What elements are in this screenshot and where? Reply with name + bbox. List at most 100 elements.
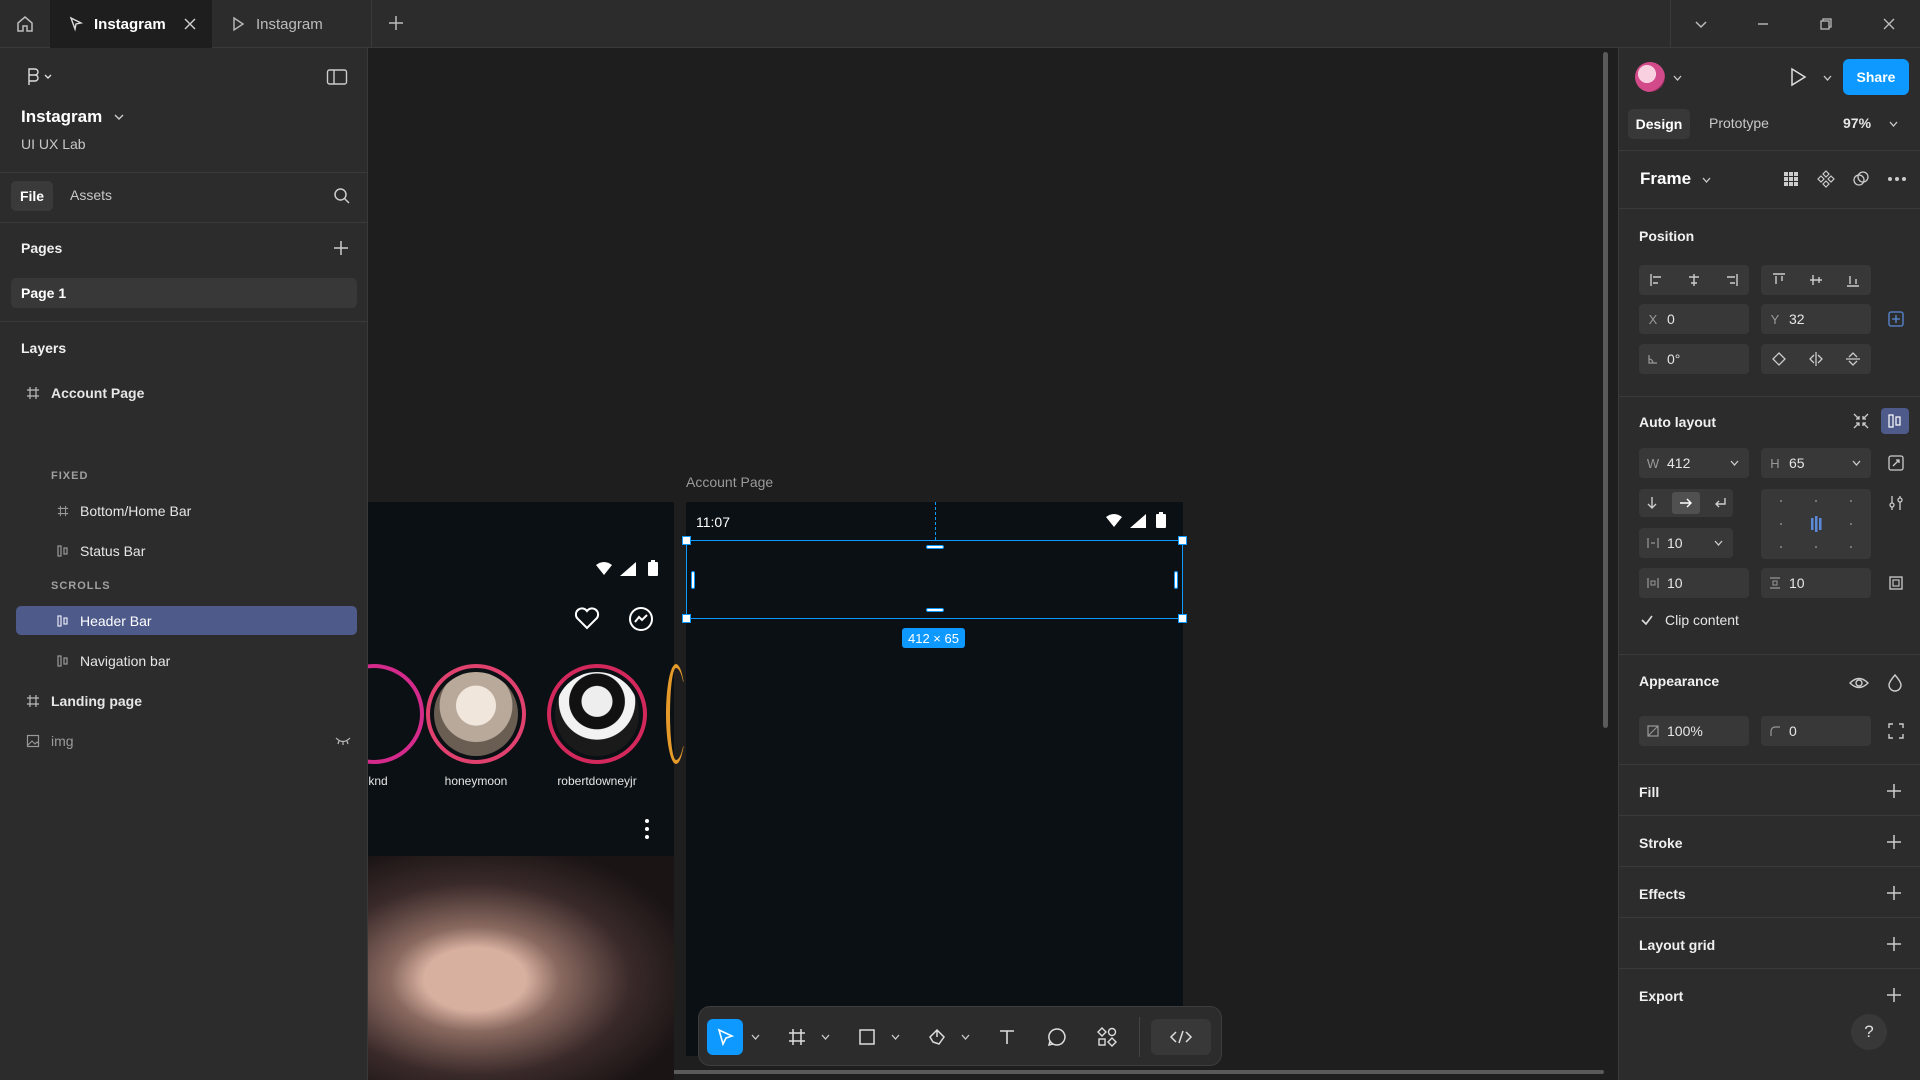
vertical-padding-field[interactable]: 10 bbox=[1761, 568, 1871, 598]
align-left-icon[interactable] bbox=[1649, 273, 1665, 287]
tab-design[interactable]: Design bbox=[1628, 109, 1690, 139]
wrap-icon[interactable] bbox=[1713, 496, 1727, 510]
main-menu-button[interactable] bbox=[20, 64, 60, 88]
x-field[interactable]: X 0 bbox=[1639, 304, 1749, 334]
components-tool[interactable] bbox=[1089, 1019, 1125, 1055]
eye-icon[interactable] bbox=[1849, 676, 1869, 690]
more-options-icon[interactable] bbox=[644, 818, 650, 840]
advanced-settings-icon[interactable] bbox=[1887, 494, 1905, 512]
story-ring[interactable] bbox=[666, 664, 686, 764]
resize-to-fit-icon[interactable] bbox=[1887, 454, 1905, 472]
restore-button[interactable] bbox=[1795, 0, 1857, 48]
gap-field[interactable]: 10 bbox=[1639, 528, 1733, 558]
chevron-down-icon[interactable] bbox=[1714, 539, 1723, 547]
horizontal-scrollbar[interactable] bbox=[540, 1070, 1604, 1074]
close-window-button[interactable] bbox=[1858, 0, 1920, 48]
file-name-button[interactable]: Instagram bbox=[21, 107, 124, 127]
plus-icon[interactable] bbox=[1886, 987, 1902, 1003]
padding-handle[interactable] bbox=[691, 571, 695, 589]
chevron-down-icon[interactable] bbox=[891, 1033, 900, 1041]
layer-account-page[interactable]: Account Page bbox=[16, 378, 357, 407]
tab-prototype[interactable]: Prototype bbox=[1709, 115, 1769, 131]
landing-page-frame[interactable]: knd honeymoon robertdowneyjr bbox=[368, 502, 686, 1080]
alignment-grid[interactable] bbox=[1761, 489, 1871, 559]
avatar[interactable] bbox=[1635, 62, 1665, 92]
add-page-icon[interactable] bbox=[332, 239, 350, 257]
story-ring[interactable] bbox=[547, 664, 647, 764]
auto-layout-toggle[interactable] bbox=[1881, 408, 1909, 434]
heart-icon[interactable] bbox=[574, 606, 600, 630]
layer-bottom-home-bar[interactable]: Bottom/Home Bar bbox=[16, 496, 357, 525]
chevron-down-icon[interactable] bbox=[1673, 74, 1682, 82]
chevron-down-icon[interactable] bbox=[1823, 74, 1832, 82]
tab-file-active[interactable]: Instagram bbox=[50, 0, 212, 48]
home-button[interactable] bbox=[0, 0, 50, 48]
drop-icon[interactable] bbox=[1887, 674, 1903, 692]
chevron-down-icon[interactable] bbox=[1702, 176, 1711, 184]
story-ring[interactable] bbox=[426, 664, 526, 764]
selection-box[interactable] bbox=[682, 536, 1187, 623]
plus-icon[interactable] bbox=[1886, 936, 1902, 952]
layer-img[interactable]: img bbox=[16, 726, 357, 755]
constraints-icon[interactable] bbox=[1887, 310, 1905, 328]
clip-content-checkbox[interactable]: Clip content bbox=[1639, 612, 1739, 628]
comment-tool[interactable] bbox=[1039, 1019, 1075, 1055]
width-field[interactable]: W 412 bbox=[1639, 448, 1749, 478]
plus-icon[interactable] bbox=[387, 14, 405, 32]
resize-handle[interactable] bbox=[682, 536, 691, 545]
rotate-icon[interactable] bbox=[1771, 351, 1787, 367]
text-tool[interactable] bbox=[989, 1019, 1025, 1055]
chevron-down-icon[interactable] bbox=[821, 1033, 830, 1041]
arrow-down-icon[interactable] bbox=[1645, 496, 1659, 510]
layer-navigation-bar[interactable]: Navigation bar bbox=[16, 646, 357, 675]
story-ring[interactable] bbox=[368, 664, 424, 764]
help-button[interactable]: ? bbox=[1851, 1014, 1887, 1050]
canvas[interactable]: knd honeymoon robertdowneyjr Account Pag… bbox=[368, 48, 1618, 1080]
align-right-icon[interactable] bbox=[1723, 273, 1739, 287]
dev-mode-toggle[interactable] bbox=[1151, 1019, 1211, 1055]
opacity-field[interactable]: 100% bbox=[1639, 716, 1749, 746]
tab-prototype[interactable]: Instagram bbox=[212, 0, 372, 48]
chevron-down-icon[interactable] bbox=[751, 1033, 760, 1041]
component-icon[interactable] bbox=[1817, 170, 1835, 188]
resize-handle[interactable] bbox=[1178, 536, 1187, 545]
sidebar-toggle-button[interactable] bbox=[322, 66, 352, 88]
chevron-down-icon[interactable] bbox=[1889, 120, 1898, 128]
rectangle-tool[interactable] bbox=[849, 1019, 885, 1055]
messenger-icon[interactable] bbox=[628, 606, 654, 632]
flip-vertical-icon[interactable] bbox=[1845, 351, 1861, 367]
share-button[interactable]: Share bbox=[1843, 59, 1909, 95]
frame-type-label[interactable]: Frame bbox=[1640, 169, 1691, 189]
align-top-icon[interactable] bbox=[1772, 272, 1786, 288]
close-icon[interactable] bbox=[182, 16, 198, 32]
padding-handle[interactable] bbox=[1174, 571, 1178, 589]
rotation-field[interactable]: 0° bbox=[1639, 344, 1749, 374]
vertical-scrollbar[interactable] bbox=[1603, 52, 1608, 728]
resize-handle[interactable] bbox=[1178, 614, 1187, 623]
frame-title[interactable]: Account Page bbox=[686, 474, 773, 490]
padding-handle[interactable] bbox=[926, 545, 944, 549]
horizontal-padding-field[interactable]: 10 bbox=[1639, 568, 1749, 598]
chevron-down-icon[interactable] bbox=[1730, 459, 1739, 467]
layer-header-bar[interactable]: Header Bar bbox=[16, 606, 357, 635]
align-bottom-icon[interactable] bbox=[1846, 272, 1860, 288]
plus-icon[interactable] bbox=[1886, 834, 1902, 850]
y-field[interactable]: Y 32 bbox=[1761, 304, 1871, 334]
more-options-icon[interactable] bbox=[1887, 176, 1907, 182]
independent-corners-icon[interactable] bbox=[1887, 722, 1905, 740]
search-button[interactable] bbox=[330, 184, 354, 208]
align-center-h-icon[interactable] bbox=[1686, 273, 1702, 287]
mask-icon[interactable] bbox=[1852, 170, 1870, 188]
flip-horizontal-icon[interactable] bbox=[1808, 351, 1824, 367]
align-middle-icon[interactable] bbox=[1809, 272, 1823, 288]
frame-tool[interactable] bbox=[779, 1019, 815, 1055]
collapse-icon[interactable] bbox=[1852, 412, 1870, 430]
plus-icon[interactable] bbox=[1886, 885, 1902, 901]
padding-handle[interactable] bbox=[926, 608, 944, 612]
account-page-frame[interactable]: 11:07 412 × 65 bbox=[682, 502, 1187, 1056]
plus-icon[interactable] bbox=[1886, 783, 1902, 799]
grid-icon[interactable] bbox=[1782, 170, 1800, 188]
resize-handle[interactable] bbox=[682, 614, 691, 623]
page-item[interactable]: Page 1 bbox=[11, 278, 357, 308]
pen-tool[interactable] bbox=[919, 1019, 955, 1055]
